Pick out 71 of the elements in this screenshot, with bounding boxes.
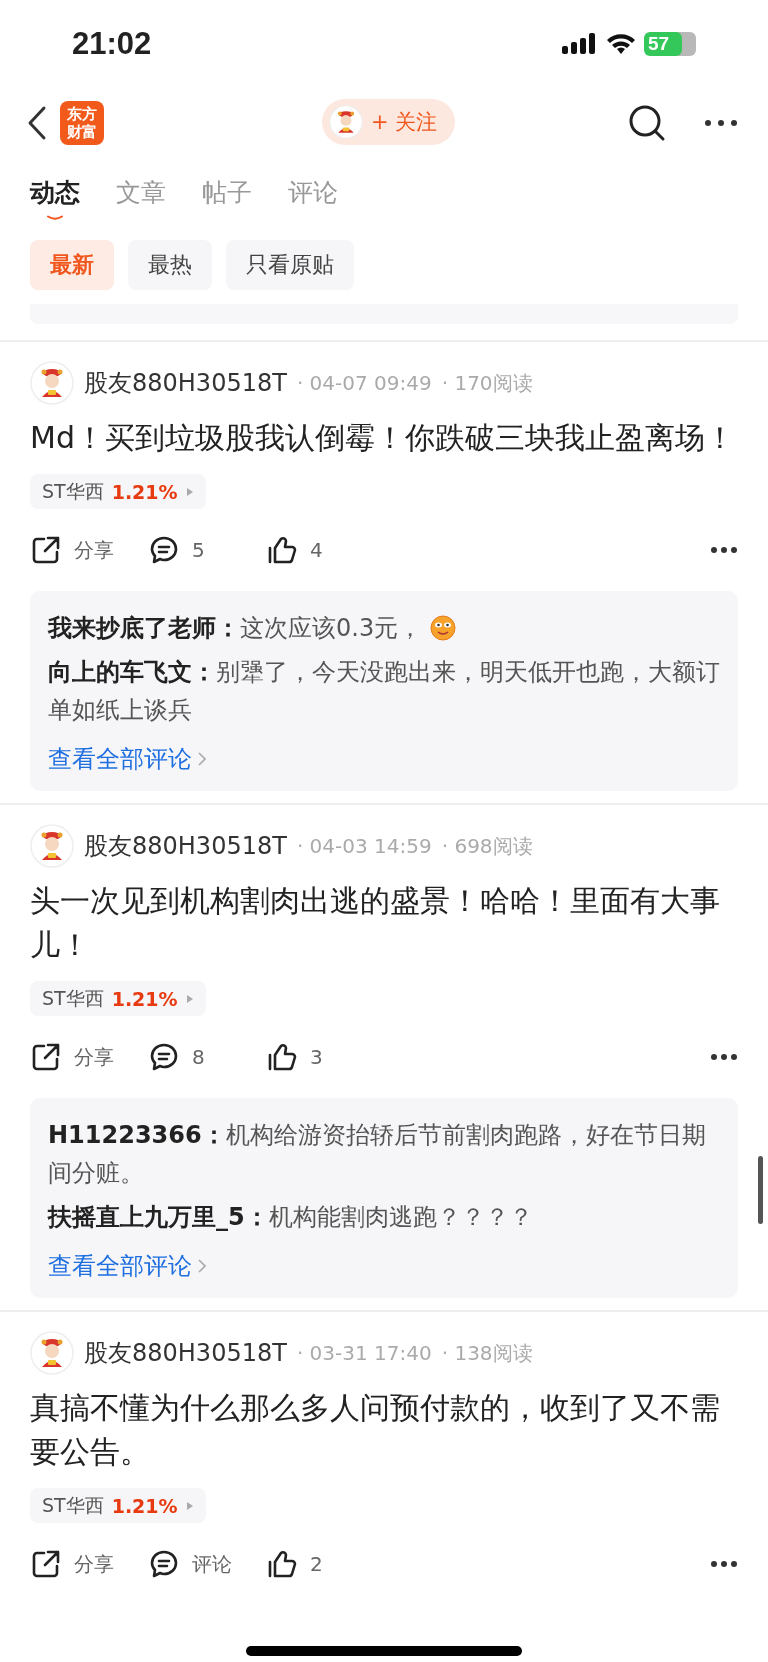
thumbs-up-icon (266, 1041, 298, 1073)
stock-change: 1.21% (111, 1494, 178, 1517)
scrollbar (758, 1156, 763, 1224)
post-text: 真搞不懂为什么那么多人问预付款的，收到了又不需要公告。 (30, 1389, 721, 1471)
like-button[interactable]: 4 (266, 534, 384, 566)
chevron-icon (198, 1259, 206, 1273)
more-icon[interactable] (704, 119, 738, 127)
thumbs-up-icon (266, 1548, 298, 1580)
read-count: · 138阅读 (441, 1339, 533, 1367)
comment-icon (148, 534, 180, 566)
comment-text: 扶摇直上九万里_5：机构能割肉逃跑？？？？ (48, 1202, 534, 1233)
view-all-comments-link[interactable]: 查看全部评论 (48, 741, 206, 777)
emoji-icon (430, 615, 457, 641)
more-icon[interactable] (710, 546, 738, 554)
stock-change: 1.21% (111, 987, 178, 1010)
caret-icon (185, 993, 194, 1004)
comment-button[interactable]: 5 (148, 534, 266, 566)
avatar (30, 824, 74, 868)
like-button[interactable]: 3 (266, 1041, 384, 1073)
chevron-icon (198, 752, 206, 766)
stock-change: 1.21% (111, 480, 178, 503)
status-time: 21:02 (72, 26, 152, 62)
comment-button[interactable]: 8 (148, 1041, 266, 1073)
stock-tag[interactable]: ST华西 1.21% (30, 474, 206, 509)
read-count: · 170阅读 (441, 369, 533, 397)
filter-chip[interactable]: 最热 (128, 240, 212, 290)
share-button[interactable]: 分享 (30, 534, 148, 566)
author-name[interactable]: 股友880H30518T (84, 1337, 287, 1369)
tab[interactable]: 动态 (30, 176, 80, 220)
share-button[interactable]: 分享 (30, 1041, 148, 1073)
post-time: · 04-07 09:49 (296, 371, 432, 395)
share-icon (30, 534, 62, 566)
stock-tag[interactable]: ST华西 1.21% (30, 981, 206, 1016)
thumbs-up-icon (266, 534, 298, 566)
app-logo: 东方 财富 (60, 101, 104, 145)
view-all-comments-link[interactable]: 查看全部评论 (48, 1248, 206, 1284)
more-icon[interactable] (710, 1560, 738, 1568)
share-icon (30, 1041, 62, 1073)
avatar (30, 361, 74, 405)
caret-icon (185, 486, 194, 497)
search-icon[interactable] (628, 104, 666, 142)
comment-text: 我来抄底了老师：这次应该0.3元， (48, 609, 720, 647)
caret-icon (185, 1500, 194, 1511)
stock-name: ST华西 (42, 985, 104, 1011)
filter-chip[interactable]: 只看原贴 (226, 240, 354, 290)
stock-name: ST华西 (42, 1492, 104, 1518)
post-text: Md！买到垃圾股我认倒霉！你跌破三块我止盈离场！ (30, 419, 736, 457)
signal-icon (562, 32, 598, 56)
comment-icon (148, 1041, 180, 1073)
avatar (30, 1331, 74, 1375)
comment-text: H11223366：机构给游资抬轿后节前割肉跑路，好在节日期间分赃。 (48, 1120, 707, 1189)
filter-chip[interactable]: 最新 (30, 240, 114, 290)
follow-button[interactable]: + 关注 (322, 99, 456, 145)
post-text: 头一次见到机构割肉出逃的盛景！哈哈！里面有大事儿！ (30, 882, 721, 964)
comment-button[interactable]: 评论 (148, 1548, 266, 1580)
comment-icon (148, 1548, 180, 1580)
share-button[interactable]: 分享 (30, 1548, 148, 1580)
more-icon[interactable] (710, 1053, 738, 1061)
wifi-icon (606, 33, 636, 55)
author-name[interactable]: 股友880H30518T (84, 367, 287, 399)
comment-text: 向上的车飞文：别犟了，今天没跑出来，明天低开也跑，大额订单如纸上谈兵 (48, 657, 720, 726)
stock-name: ST华西 (42, 478, 104, 504)
post-time: · 03-31 17:40 (296, 1341, 432, 1365)
share-icon (30, 1548, 62, 1580)
avatar (329, 105, 363, 139)
post-time: · 04-03 14:59 (296, 834, 432, 858)
read-count: · 698阅读 (441, 832, 533, 860)
like-button[interactable]: 2 (266, 1548, 384, 1580)
stock-tag[interactable]: ST华西 1.21% (30, 1488, 206, 1523)
back-icon[interactable] (26, 105, 48, 141)
author-name[interactable]: 股友880H30518T (84, 830, 287, 862)
